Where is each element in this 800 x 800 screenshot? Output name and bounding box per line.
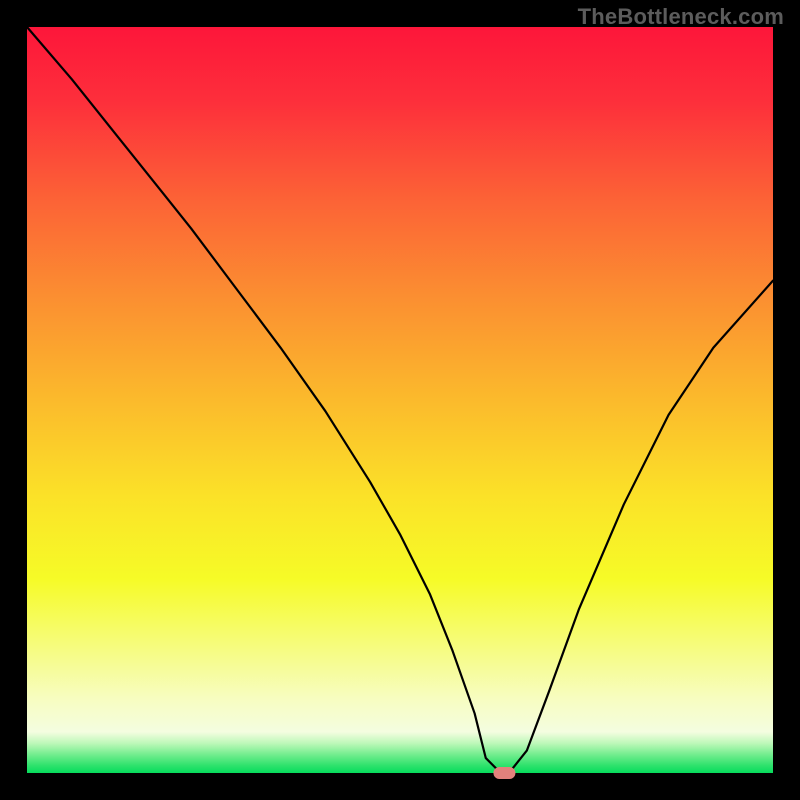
bottleneck-chart [0, 0, 800, 800]
chart-container: TheBottleneck.com [0, 0, 800, 800]
watermark-text: TheBottleneck.com [578, 4, 784, 30]
plot-background [27, 27, 773, 773]
optimal-point-marker [493, 767, 515, 779]
